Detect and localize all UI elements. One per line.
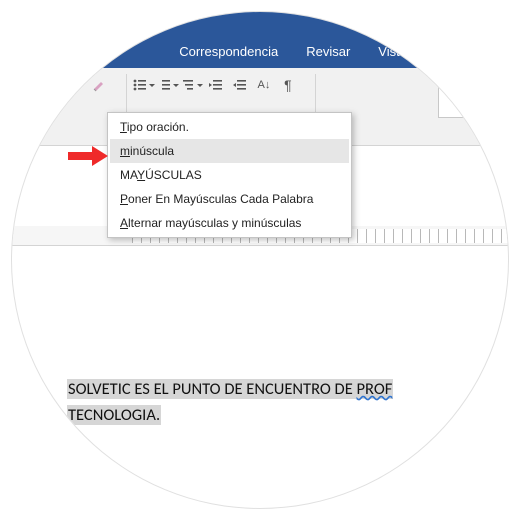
clear-formatting-icon[interactable] — [88, 74, 110, 96]
selected-text-line1[interactable]: SOLVETIC ES EL PUNTO DE ENCUENTRO DE PRO… — [67, 379, 393, 399]
pilcrow-icon[interactable]: ¶ — [277, 74, 299, 96]
menu-tipo-oracion[interactable]: Tipo oración. — [110, 115, 349, 139]
style-preview-text: AaBbCcI — [453, 79, 508, 101]
document-body[interactable]: SOLVETIC ES EL PUNTO DE ENCUENTRO DE PRO… — [12, 246, 508, 429]
menu-poner-en-mayusculas[interactable]: Poner En Mayúsculas Cada Palabra — [110, 187, 349, 211]
ribbon-tabs: Correspondencia Revisar Vista Progra — [12, 38, 508, 68]
decrease-indent-icon[interactable] — [205, 74, 227, 96]
tab-programador[interactable]: Progra — [421, 38, 488, 68]
tab-correspondencia[interactable]: Correspondencia — [165, 38, 292, 68]
menu-mayusculas[interactable]: MAYÚSCULAS — [110, 163, 349, 187]
text-segment: SOLVETIC ES EL PUNTO DE ENCUENTRO DE — [68, 379, 357, 399]
callout-arrow-icon — [68, 146, 112, 166]
change-case-menu: Tipo oración. minúscula MAYÚSCULAS Poner… — [107, 112, 352, 238]
style-name-label: ¶ Normal — [453, 103, 508, 115]
bullets-icon[interactable] — [133, 74, 155, 96]
window-titlebar: Docu — [12, 12, 508, 38]
change-case-button[interactable]: Aa — [52, 75, 86, 96]
numbering-icon[interactable] — [157, 74, 179, 96]
increase-indent-icon[interactable] — [229, 74, 251, 96]
menu-alternar[interactable]: Alternar mayúsculas y minúsculas — [110, 211, 349, 235]
spellcheck-squiggle: PROF — [357, 379, 393, 399]
tab-vista[interactable]: Vista — [364, 38, 421, 68]
style-normal[interactable]: AaBbCcI ¶ Normal — [438, 74, 508, 118]
multilevel-list-icon[interactable] — [181, 74, 203, 96]
menu-minuscula[interactable]: minúscula — [110, 139, 349, 163]
selected-text-line2[interactable]: TECNOLOGIA. — [67, 405, 161, 425]
sort-icon[interactable]: A↓ — [253, 74, 275, 96]
doc-title: Docu — [370, 18, 398, 32]
tab-revisar[interactable]: Revisar — [292, 38, 364, 68]
